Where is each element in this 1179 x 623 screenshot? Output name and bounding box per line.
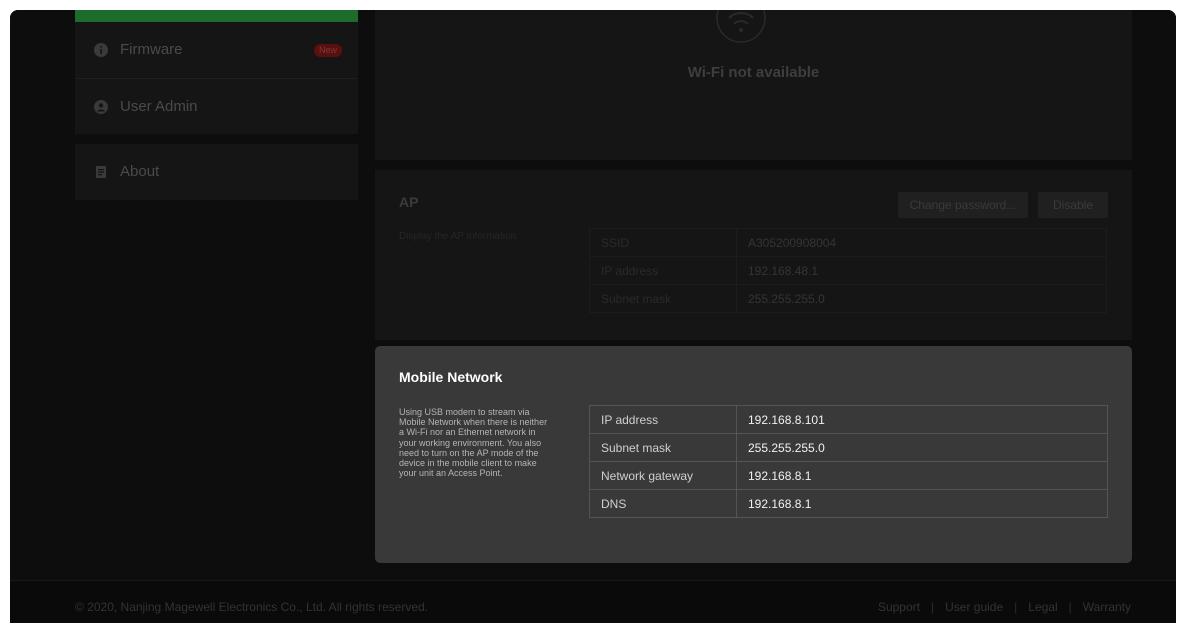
footer: © 2020, Nanjing Magewell Electronics Co.…: [10, 580, 1176, 623]
separator: |: [1014, 600, 1018, 614]
footer-link-warranty[interactable]: Warranty: [1083, 600, 1131, 614]
ap-description: Display the AP information: [399, 231, 517, 242]
mobile-network-table: IP address 192.168.8.101 Subnet mask 255…: [589, 405, 1108, 518]
sidebar-item-about[interactable]: About: [75, 144, 358, 200]
new-badge: New: [314, 44, 343, 57]
table-key: Subnet mask: [589, 284, 737, 313]
user-icon: [94, 100, 108, 114]
separator: |: [930, 600, 935, 614]
sidebar-active-item-indicator[interactable]: [75, 10, 358, 22]
mobile-network-panel: Mobile Network Using USB modem to stream…: [375, 346, 1132, 563]
table-row: SSID A305200908004: [589, 228, 1107, 257]
app-window: Firmware New User Admin About Wi-Fi not …: [10, 10, 1176, 623]
copyright-text: © 2020, Nanjing Magewell Electronics Co.…: [75, 600, 429, 614]
sidebar-item-user-admin[interactable]: User Admin: [75, 79, 358, 135]
table-value: 192.168.48.1: [736, 256, 1107, 285]
table-value: 192.168.8.1: [736, 461, 1108, 490]
table-row: IP address 192.168.8.101: [589, 405, 1108, 434]
table-row: Network gateway 192.168.8.1: [589, 461, 1108, 490]
sidebar-item-firmware[interactable]: Firmware New: [75, 22, 358, 78]
footer-links: Support | User guide | Legal | Warranty: [878, 600, 1131, 614]
table-key: Network gateway: [589, 461, 737, 490]
table-value: A305200908004: [736, 228, 1107, 257]
table-row: Subnet mask 255.255.255.0: [589, 284, 1107, 313]
ap-info-table: SSID A305200908004 IP address 192.168.48…: [589, 228, 1107, 313]
ap-panel: AP Display the AP information Change pas…: [375, 170, 1132, 340]
sidebar-item-label: Firmware: [120, 41, 183, 58]
table-key: Subnet mask: [589, 433, 737, 462]
info-icon: [94, 43, 108, 57]
footer-link-user-guide[interactable]: User guide: [945, 600, 1003, 614]
separator: |: [1068, 600, 1072, 614]
sidebar-item-label: About: [120, 163, 160, 180]
document-icon: [96, 166, 106, 178]
disable-button[interactable]: Disable: [1038, 192, 1108, 218]
change-password-button[interactable]: Change password...: [898, 192, 1028, 218]
sidebar-group: About: [75, 144, 358, 200]
table-key: IP address: [589, 405, 737, 434]
table-value: 255.255.255.0: [736, 433, 1108, 462]
mobile-network-title: Mobile Network: [399, 369, 503, 385]
table-value: 192.168.8.101: [736, 405, 1108, 434]
wifi-icon: [716, 10, 766, 43]
footer-link-support[interactable]: Support: [878, 600, 920, 614]
sidebar-item-label: User Admin: [120, 98, 198, 115]
footer-link-legal[interactable]: Legal: [1028, 600, 1057, 614]
table-row: IP address 192.168.48.1: [589, 256, 1107, 285]
wifi-panel: Wi-Fi not available: [375, 10, 1132, 160]
table-row: DNS 192.168.8.1: [589, 489, 1108, 518]
table-key: IP address: [589, 256, 737, 285]
sidebar-group: Firmware New User Admin: [75, 22, 358, 134]
table-value: 192.168.8.1: [736, 489, 1108, 518]
table-value: 255.255.255.0: [736, 284, 1107, 313]
wifi-status-text: Wi-Fi not available: [687, 64, 820, 81]
table-row: Subnet mask 255.255.255.0: [589, 433, 1108, 462]
main-content: Firmware New User Admin About Wi-Fi not …: [10, 10, 1176, 580]
ap-title: AP: [399, 194, 419, 210]
mobile-network-description: Using USB modem to stream via Mobile Net…: [399, 407, 548, 479]
table-key: SSID: [589, 228, 737, 257]
table-key: DNS: [589, 489, 737, 518]
